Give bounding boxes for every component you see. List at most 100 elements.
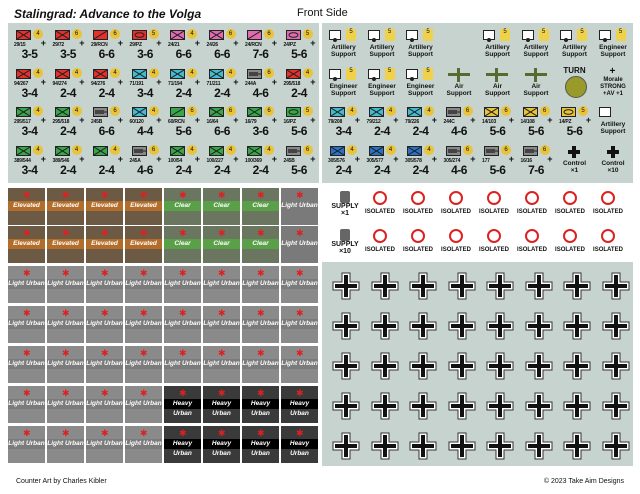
heavy-urban-terrain[interactable]: ✱ Heavy Urban <box>203 426 240 463</box>
balkenkreuz-icon[interactable] <box>597 427 635 465</box>
light-urban-terrain[interactable]: ✱ Light Urban <box>125 306 162 343</box>
support-marker[interactable]: 5 Engineer Support <box>596 27 631 62</box>
light-urban-terrain[interactable]: ✱ Light Urban <box>47 346 84 383</box>
support-marker[interactable]: Artillery Support <box>596 104 631 139</box>
balkenkreuz-icon[interactable] <box>597 307 635 345</box>
elevated-terrain[interactable]: ✱ Elevated <box>125 188 162 225</box>
light-urban-terrain[interactable]: ✱ Light Urban <box>86 346 123 383</box>
heavy-urban-terrain[interactable]: ✱ Heavy Urban <box>242 386 279 423</box>
isolated-marker[interactable]: ISOLATED <box>555 228 585 258</box>
unit-counter[interactable]: 4 100/54 +2-4 <box>166 143 201 178</box>
light-urban-terrain[interactable]: ✱ Light Urban <box>125 426 162 463</box>
unit-counter[interactable]: 6 14/103 +5-6 <box>480 104 515 139</box>
isolated-marker[interactable]: ISOLATED <box>441 190 471 220</box>
clear-terrain[interactable]: ✱ Clear <box>242 226 279 263</box>
balkenkreuz-icon[interactable] <box>481 387 519 425</box>
unit-counter[interactable]: 4 295/517 +3-4 <box>12 104 47 139</box>
balkenkreuz-icon[interactable] <box>404 347 442 385</box>
support-marker[interactable]: Air Support <box>519 66 554 101</box>
unit-counter[interactable]: 6 16/79 +3-6 <box>243 104 278 139</box>
balkenkreuz-icon[interactable] <box>597 387 635 425</box>
clear-terrain[interactable]: ✱ Clear <box>164 226 201 263</box>
clear-terrain[interactable]: ✱ Clear <box>203 226 240 263</box>
balkenkreuz-icon[interactable] <box>558 307 596 345</box>
balkenkreuz-icon[interactable] <box>520 307 558 345</box>
balkenkreuz-icon[interactable] <box>327 267 365 305</box>
isolated-marker[interactable]: ISOLATED <box>365 228 395 258</box>
unit-counter[interactable]: 6 14/108 +5-6 <box>519 104 554 139</box>
balkenkreuz-icon[interactable] <box>443 387 481 425</box>
light-urban-terrain[interactable]: ✱ Light Urban <box>125 266 162 303</box>
unit-counter[interactable]: 4 24/21 +6-6 <box>166 27 201 62</box>
unit-counter[interactable]: 4 100/369 +2-4 <box>243 143 278 178</box>
balkenkreuz-icon[interactable] <box>366 267 404 305</box>
balkenkreuz-icon[interactable] <box>481 347 519 385</box>
support-marker[interactable]: 5 Artillery Support <box>480 27 515 62</box>
unit-counter[interactable]: 4 79/212 +2-4 <box>365 104 400 139</box>
isolated-marker[interactable]: ISOLATED <box>365 190 395 220</box>
unit-counter[interactable]: 5 16/PZ +5-6 <box>282 104 317 139</box>
unit-counter[interactable]: 4 94/267 +3-4 <box>12 66 47 101</box>
elevated-terrain[interactable]: ✱ Elevated <box>86 226 123 263</box>
balkenkreuz-icon[interactable] <box>366 387 404 425</box>
unit-counter[interactable]: 6 16/16 +7-6 <box>519 143 554 178</box>
clear-terrain[interactable]: ✱ Clear <box>203 188 240 225</box>
unit-counter[interactable]: 4 79/208 +3-4 <box>326 104 361 139</box>
light-urban-terrain[interactable]: ✱ Light Urban <box>8 266 45 303</box>
isolated-marker[interactable]: ISOLATED <box>403 228 433 258</box>
light-urban-terrain[interactable]: ✱ Light Urban <box>203 266 240 303</box>
support-marker[interactable]: 5 Artillery Support <box>557 27 592 62</box>
heavy-urban-terrain[interactable]: ✱ Heavy Urban <box>164 426 201 463</box>
balkenkreuz-icon[interactable] <box>327 387 365 425</box>
support-marker[interactable]: 5 Artillery Support <box>403 27 438 62</box>
balkenkreuz-icon[interactable] <box>327 347 365 385</box>
unit-counter[interactable]: 4 71/211 +2-4 <box>205 66 240 101</box>
unit-counter[interactable]: 6 24/RCN +7-6 <box>243 27 278 62</box>
unit-counter[interactable]: 6 177 +5-6 <box>480 143 515 178</box>
light-urban-terrain[interactable]: ✱ Light Urban <box>164 266 201 303</box>
balkenkreuz-icon[interactable] <box>481 267 519 305</box>
unit-counter[interactable]: 5 14/PZ +5-6 <box>557 104 592 139</box>
light-urban-terrain[interactable]: ✱ Light Urban <box>47 266 84 303</box>
balkenkreuz-icon[interactable] <box>520 387 558 425</box>
light-urban-terrain[interactable]: ✱ Light Urban <box>242 266 279 303</box>
elevated-terrain[interactable]: ✱ Elevated <box>47 188 84 225</box>
light-urban-terrain[interactable]: ✱ Light Urban <box>86 386 123 423</box>
light-urban-terrain[interactable]: ✱ Light Urban <box>242 346 279 383</box>
unit-counter[interactable]: 4 79/226 +2-4 <box>403 104 438 139</box>
control-marker[interactable]: Control ×10 <box>596 143 631 178</box>
balkenkreuz-icon[interactable] <box>327 307 365 345</box>
light-urban-terrain[interactable]: ✱ Light Urban <box>281 306 318 343</box>
isolated-marker[interactable]: ISOLATED <box>593 190 623 220</box>
unit-counter[interactable]: 4 94/274 +2-4 <box>51 66 86 101</box>
light-urban-terrain[interactable]: ✱ Light Urban <box>203 306 240 343</box>
light-urban-terrain[interactable]: ✱ Light Urban <box>86 266 123 303</box>
isolated-marker[interactable]: ISOLATED <box>593 228 623 258</box>
unit-counter[interactable]: 4 389/544 +3-4 <box>12 143 47 178</box>
balkenkreuz-icon[interactable] <box>366 307 404 345</box>
unit-counter[interactable]: 4 71/194 +2-4 <box>166 66 201 101</box>
unit-counter[interactable]: 4 60/120 +4-4 <box>128 104 163 139</box>
unit-counter[interactable]: 4 295/518 +2-4 <box>51 104 86 139</box>
unit-counter[interactable]: 4 100/227 +2-4 <box>205 143 240 178</box>
heavy-urban-terrain[interactable]: ✱ Heavy Urban <box>164 386 201 423</box>
balkenkreuz-icon[interactable] <box>558 387 596 425</box>
light-urban-terrain[interactable]: ✱ Light Urban <box>8 346 45 383</box>
unit-counter[interactable]: 6 60/RCN +5-6 <box>166 104 201 139</box>
balkenkreuz-icon[interactable] <box>443 427 481 465</box>
light-urban-terrain[interactable]: ✱ Light Urban <box>8 386 45 423</box>
unit-counter[interactable]: 6 245B +6-6 <box>89 104 124 139</box>
elevated-terrain[interactable]: ✱ Elevated <box>125 226 162 263</box>
support-marker[interactable]: 5 Artillery Support <box>365 27 400 62</box>
isolated-marker[interactable]: ISOLATED <box>441 228 471 258</box>
balkenkreuz-icon[interactable] <box>327 427 365 465</box>
light-urban-terrain[interactable]: ✱ Light Urban <box>8 426 45 463</box>
unit-counter[interactable]: 6 29/72 +3-5 <box>51 27 86 62</box>
isolated-marker[interactable]: ISOLATED <box>403 190 433 220</box>
balkenkreuz-icon[interactable] <box>443 307 481 345</box>
light-urban-terrain[interactable]: ✱ Light Urban <box>281 226 318 263</box>
balkenkreuz-icon[interactable] <box>597 347 635 385</box>
balkenkreuz-icon[interactable] <box>481 307 519 345</box>
unit-counter[interactable]: 4 305/578 +2-4 <box>403 143 438 178</box>
light-urban-terrain[interactable]: ✱ Light Urban <box>86 306 123 343</box>
